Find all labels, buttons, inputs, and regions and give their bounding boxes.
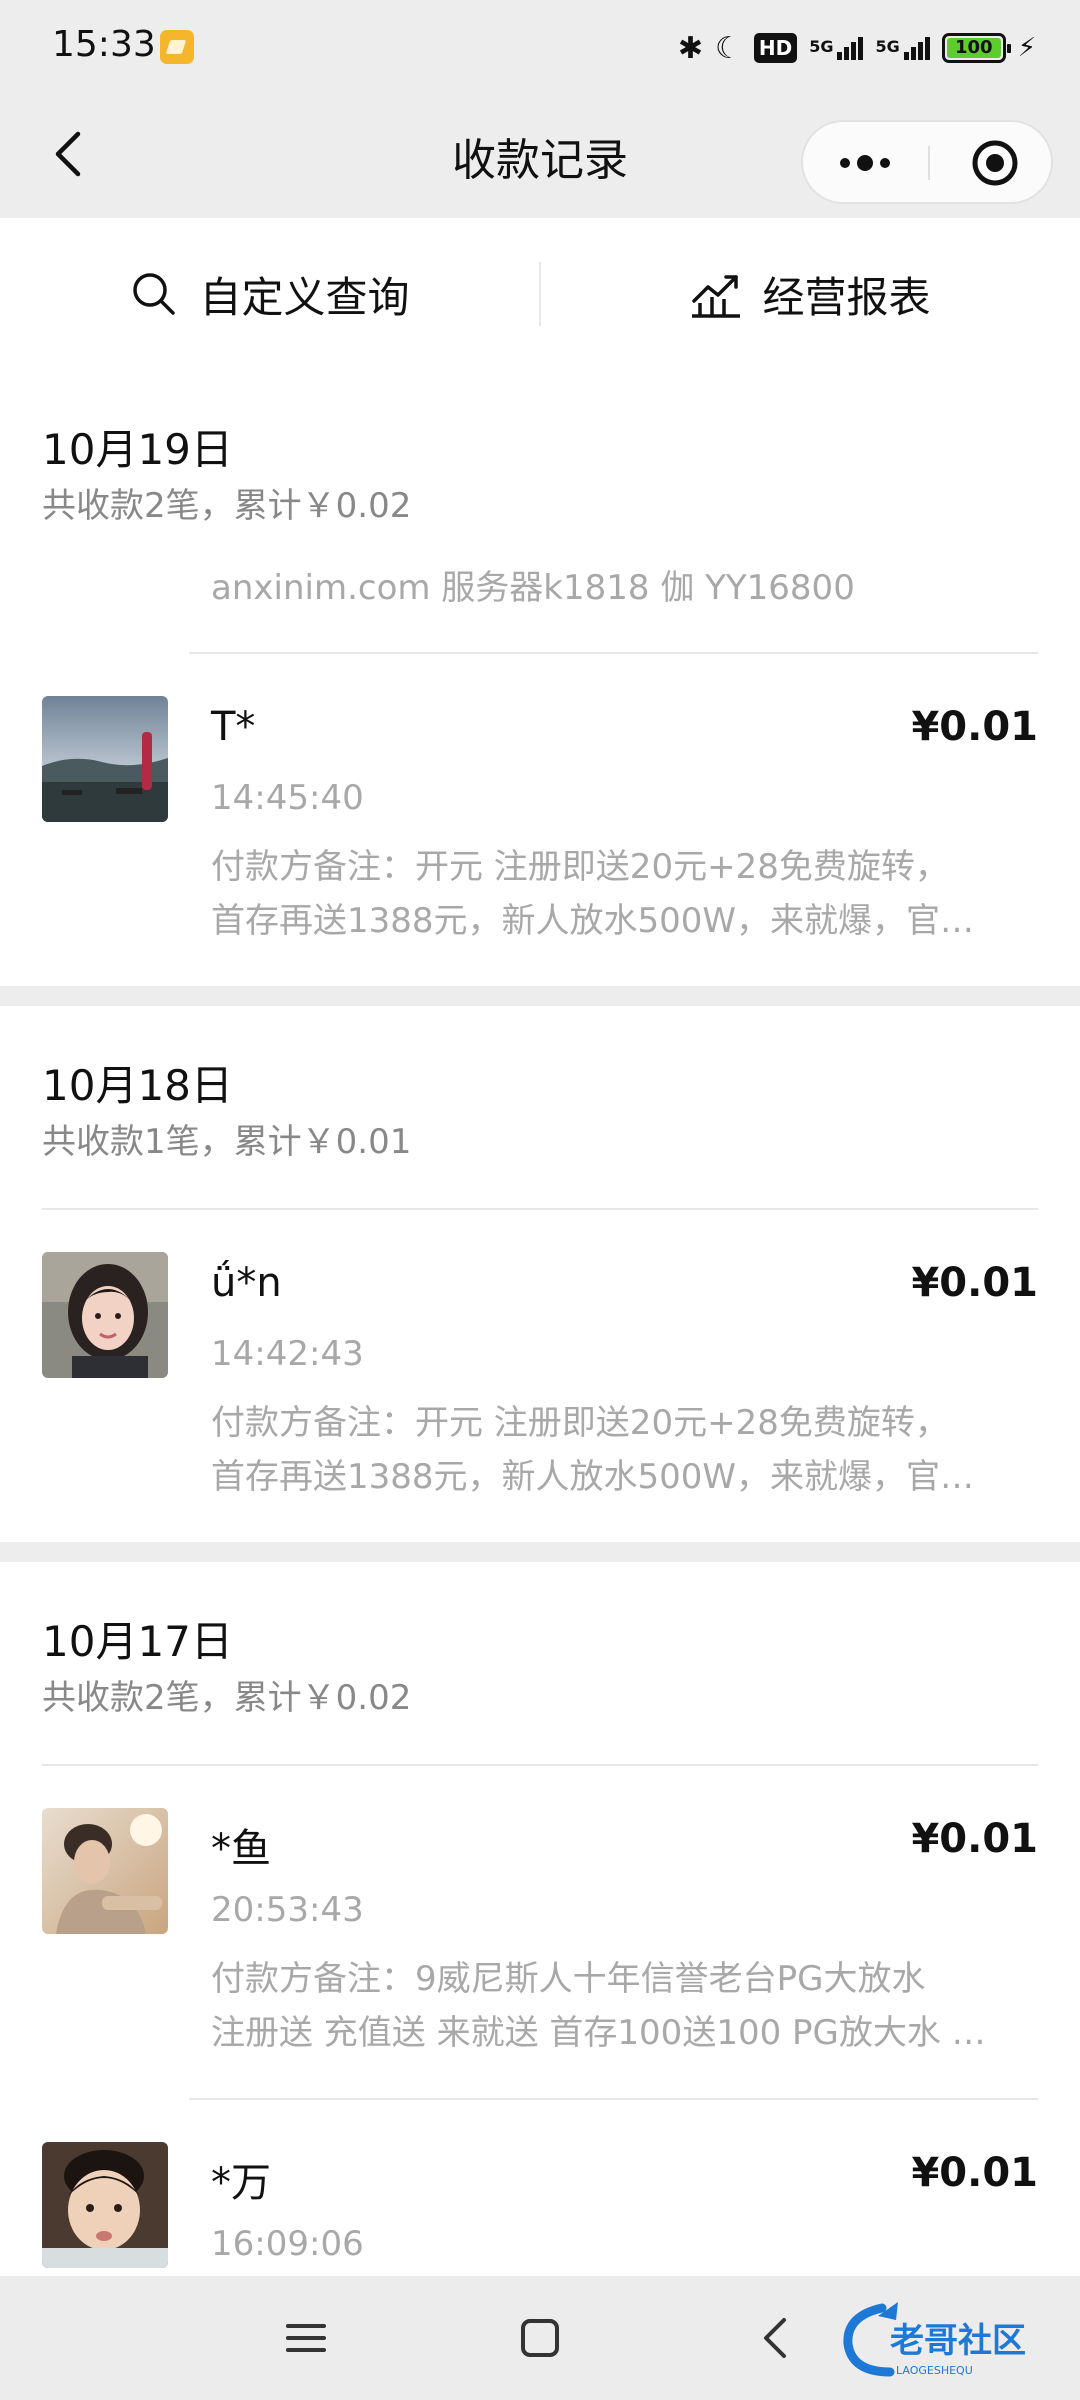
notice-text: anxinim.com 服务器k1818 伽 YY16800 — [211, 568, 855, 608]
home-button[interactable] — [510, 2308, 570, 2368]
day-section: 10月18日 共收款1笔，累计￥0.01 ǘ*n ¥0.01 14:42:43 … — [0, 1006, 1080, 1542]
day-section: 10月17日 共收款2笔，累计￥0.02 *鱼 ¥0.01 20:53:43 付… — [0, 1562, 1080, 2276]
payment-amount: ¥0.01 — [911, 1260, 1038, 1306]
status-time: 15:33 — [52, 24, 156, 65]
menu-capsule — [801, 120, 1053, 204]
signal-icon: 5G — [809, 36, 864, 60]
remark-line: 注册送 充值送 来就送 首存100送100 PG放大水 … — [211, 2013, 986, 2053]
charging-icon: ⚡ — [1017, 33, 1036, 63]
chart-icon — [692, 275, 741, 318]
payer-remark: 付款方备注：9威尼斯人十年信誉老台PG大放水 注册送 充值送 来就送 首存100… — [211, 1952, 1011, 2060]
status-icons: ✱ ☾ HD 5G 5G 100 ⚡ — [678, 28, 1036, 68]
payment-record[interactable]: T* ¥0.01 14:45:40 付款方备注：开元 注册即送20元+28免费旋… — [0, 654, 1080, 986]
day-summary: 共收款1笔，累计￥0.01 — [42, 1122, 412, 1162]
close-button[interactable] — [931, 122, 1053, 202]
day-date: 10月19日 — [42, 425, 233, 474]
custom-query-button[interactable]: 自定义查询 — [0, 218, 539, 370]
payer-name: T* — [211, 704, 256, 750]
battery-level: 100 — [946, 38, 1001, 58]
signal-icon-2: 5G — [875, 36, 930, 60]
target-circle-icon — [972, 140, 1018, 186]
payment-record[interactable]: ǘ*n ¥0.01 14:42:43 付款方备注：开元 注册即送20元+28免费… — [0, 1210, 1080, 1542]
toolbar: 自定义查询 经营报表 — [0, 218, 1080, 370]
business-report-button[interactable]: 经营报表 — [541, 218, 1080, 370]
moon-icon: ☾ — [714, 30, 742, 66]
status-bar: 15:33 ✱ ☾ HD 5G 5G 100 ⚡ — [0, 0, 1080, 96]
back-nav-button[interactable] — [746, 2308, 806, 2368]
triangle-back-icon — [764, 2318, 786, 2358]
day-summary: 共收款2笔，累计￥0.02 — [42, 1678, 412, 1718]
system-nav-bar: 老哥社区 LAOGESHEQU — [0, 2276, 1080, 2400]
watermark-subtext: LAOGESHEQU — [896, 2364, 973, 2377]
payer-avatar — [42, 2142, 168, 2268]
payment-amount: ¥0.01 — [911, 704, 1038, 750]
capsule-divider — [928, 146, 930, 180]
day-date: 10月18日 — [42, 1061, 233, 1110]
more-dots-icon — [840, 155, 890, 171]
hd-icon: HD — [753, 33, 798, 63]
payment-time: 16:09:06 — [211, 2224, 364, 2264]
watermark-text: 老哥社区 — [890, 2321, 1026, 2361]
remark-line: 付款方备注：9威尼斯人十年信誉老台PG大放水 — [211, 1959, 926, 1999]
payment-record[interactable]: *万 ¥0.01 16:09:06 — [0, 2100, 1080, 2276]
payment-amount: ¥0.01 — [911, 2150, 1038, 2196]
payer-remark: 付款方备注：开元 注册即送20元+28免费旋转， 首存再送1388元，新人放水5… — [211, 840, 1011, 948]
payer-name: ǘ*n — [211, 1260, 282, 1306]
remark-line: 首存再送1388元，新人放水500W，来就爆，官… — [211, 1457, 975, 1497]
payment-time: 14:45:40 — [211, 778, 364, 818]
payer-avatar — [42, 696, 168, 822]
payer-name: *万 — [211, 2160, 271, 2206]
menu-button[interactable] — [276, 2308, 336, 2368]
square-icon — [521, 2319, 559, 2357]
remark-line: 付款方备注：开元 注册即送20元+28免费旋转， — [211, 847, 949, 887]
menu-icon — [286, 2324, 326, 2352]
payment-record[interactable]: *鱼 ¥0.01 20:53:43 付款方备注：9威尼斯人十年信誉老台PG大放水… — [0, 1766, 1080, 2098]
payment-time: 20:53:43 — [211, 1890, 364, 1930]
remark-line: 首存再送1388元，新人放水500W，来就爆，官… — [211, 901, 975, 941]
remark-line: 付款方备注：开元 注册即送20元+28免费旋转， — [211, 1403, 949, 1443]
day-date: 10月17日 — [42, 1617, 233, 1666]
day-summary: 共收款2笔，累计￥0.02 — [42, 486, 412, 526]
payer-remark: 付款方备注：开元 注册即送20元+28免费旋转， 首存再送1388元，新人放水5… — [211, 1396, 1011, 1504]
nav-bar: 收款记录 — [0, 96, 1080, 218]
watermark-logo: 老哥社区 LAOGESHEQU — [838, 2294, 1070, 2384]
payer-avatar — [42, 1252, 168, 1378]
records-content[interactable]: 自定义查询 经营报表 10月19日 共收款2笔，累计￥0.02 anxinim.… — [0, 218, 1080, 2276]
payment-amount: ¥0.01 — [911, 1816, 1038, 1862]
payer-avatar — [42, 1808, 168, 1934]
more-button[interactable] — [803, 122, 927, 202]
battery-icon: 100 — [941, 33, 1011, 63]
payer-name: *鱼 — [211, 1826, 271, 1872]
notification-app-icon — [160, 30, 194, 64]
search-icon — [133, 273, 176, 315]
payment-time: 14:42:43 — [211, 1334, 364, 1374]
day-section: 10月19日 共收款2笔，累计￥0.02 anxinim.com 服务器k181… — [0, 370, 1080, 986]
bluetooth-icon: ✱ — [677, 30, 703, 66]
business-report-label: 经营报表 — [762, 272, 931, 322]
custom-query-label: 自定义查询 — [199, 272, 410, 322]
